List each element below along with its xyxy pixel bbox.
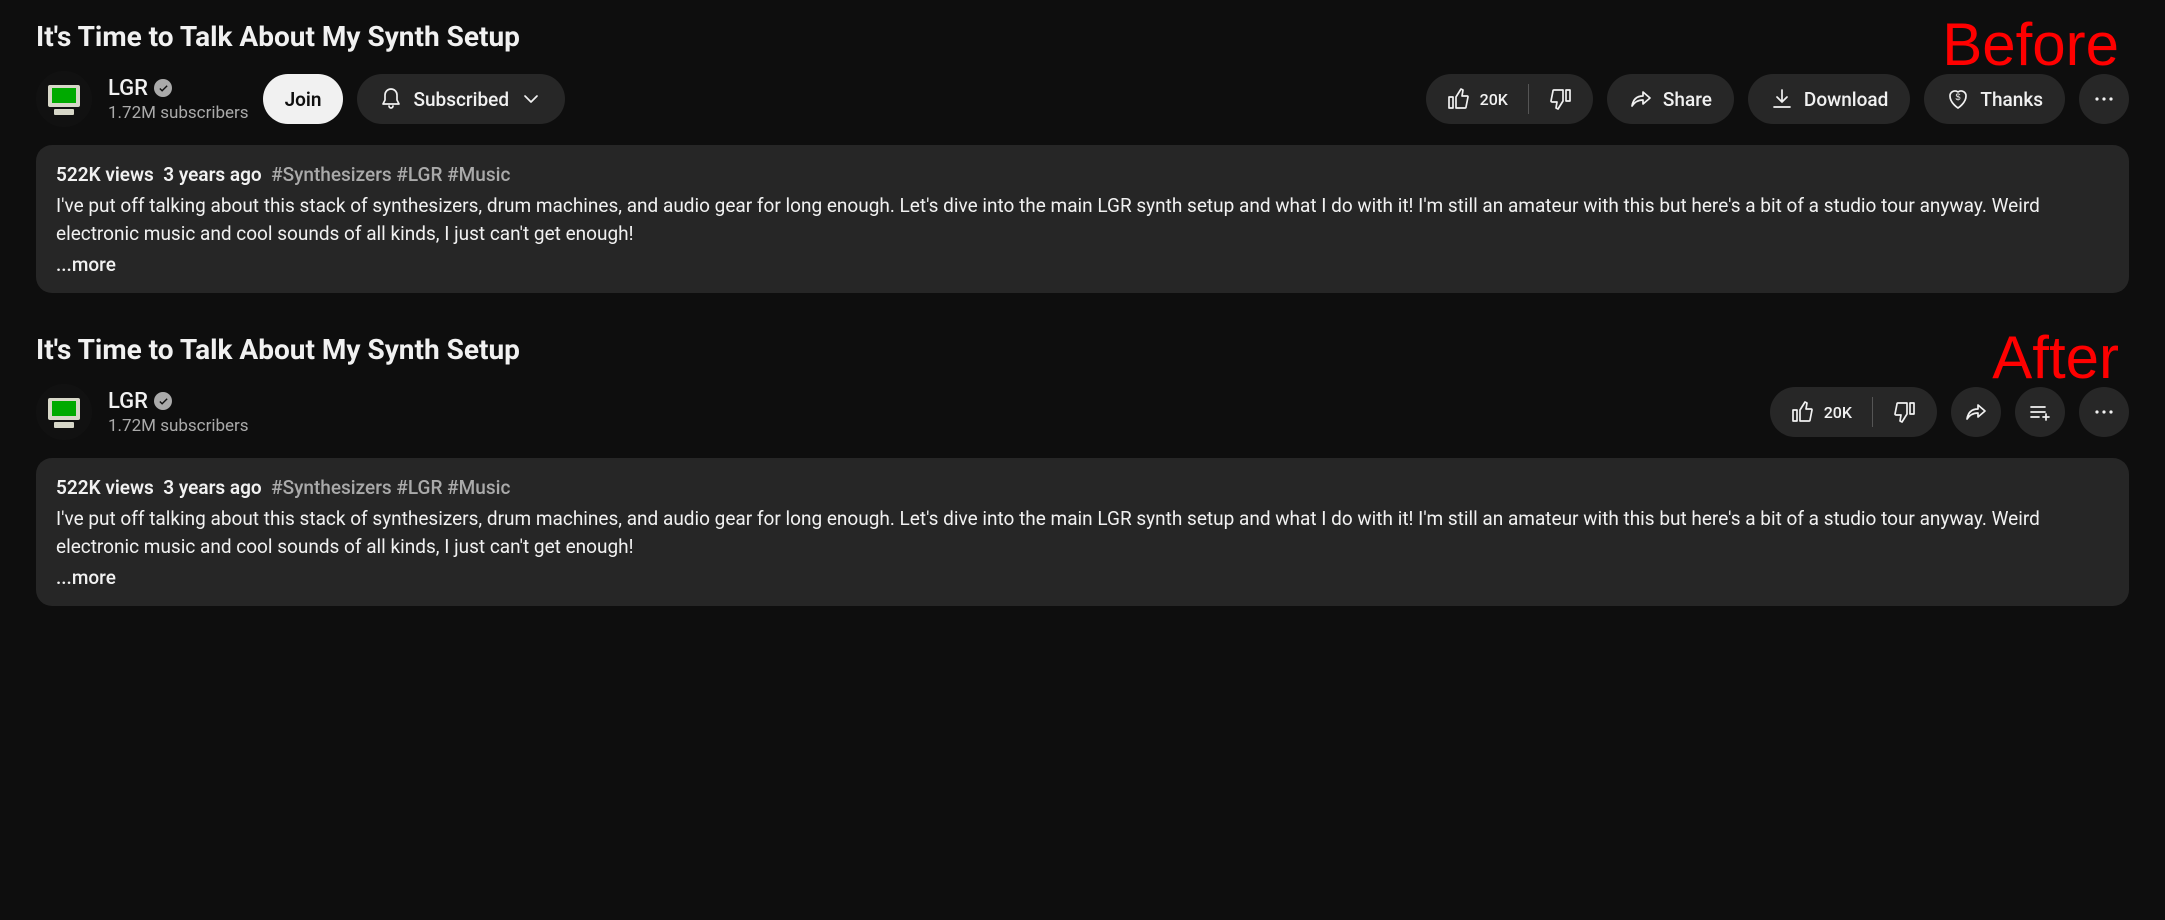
subscriber-count: 1.72M subscribers	[108, 103, 249, 123]
chevron-down-icon	[519, 87, 543, 111]
before-label: Before	[1942, 10, 2119, 79]
upload-age: 3 years ago	[163, 476, 261, 499]
view-count: 522K views	[56, 163, 154, 186]
description-body: I've put off talking about this stack of…	[56, 192, 2109, 249]
channel-avatar[interactable]	[36, 71, 92, 127]
like-dislike-group: 20K	[1770, 387, 1937, 437]
dislike-button[interactable]	[1873, 387, 1937, 437]
thumbs-up-icon	[1790, 400, 1814, 424]
channel-text: LGR 1.72M subscribers	[108, 389, 249, 436]
after-section: After It's Time to Talk About My Synth S…	[36, 333, 2129, 606]
video-title[interactable]: It's Time to Talk About My Synth Setup	[36, 333, 2129, 366]
download-button[interactable]: Download	[1748, 74, 1910, 124]
svg-text:$: $	[1956, 92, 1961, 102]
verified-icon	[154, 79, 172, 97]
description-box[interactable]: 522K views 3 years ago #Synthesizers #LG…	[36, 458, 2129, 606]
description-meta: 522K views 3 years ago #Synthesizers #LG…	[56, 474, 2109, 503]
show-more-button[interactable]: ...more	[56, 251, 2109, 280]
join-label: Join	[285, 88, 322, 111]
share-icon	[1964, 400, 1988, 424]
hashtags[interactable]: #Synthesizers #LGR #Music	[271, 163, 510, 186]
channel-text: LGR 1.72M subscribers	[108, 76, 249, 123]
like-button[interactable]: 20K	[1770, 387, 1872, 437]
more-actions-button[interactable]	[2079, 387, 2129, 437]
subscribed-button[interactable]: Subscribed	[357, 74, 565, 124]
before-section: Before It's Time to Talk About My Synth …	[36, 20, 2129, 293]
like-count: 20K	[1480, 90, 1508, 109]
thumbs-down-icon	[1893, 400, 1917, 424]
show-more-button[interactable]: ...more	[56, 564, 2109, 593]
channel-name[interactable]: LGR	[108, 389, 148, 414]
share-button[interactable]	[1951, 387, 2001, 437]
thumbs-down-icon	[1549, 87, 1573, 111]
share-button[interactable]: Share	[1607, 74, 1734, 124]
like-count: 20K	[1824, 403, 1852, 422]
channel-avatar[interactable]	[36, 384, 92, 440]
download-label: Download	[1804, 88, 1888, 111]
view-count: 522K views	[56, 476, 154, 499]
dislike-button[interactable]	[1529, 74, 1593, 124]
save-button[interactable]	[2015, 387, 2065, 437]
playlist-add-icon	[2028, 400, 2052, 424]
more-horizontal-icon	[2092, 400, 2116, 424]
meta-row: LGR 1.72M subscribers Join Subscribed	[36, 71, 2129, 127]
description-meta: 522K views 3 years ago #Synthesizers #LG…	[56, 161, 2109, 190]
like-dislike-group: 20K	[1426, 74, 1593, 124]
hashtags[interactable]: #Synthesizers #LGR #Music	[271, 476, 510, 499]
description-box[interactable]: 522K views 3 years ago #Synthesizers #LG…	[36, 145, 2129, 293]
upload-age: 3 years ago	[163, 163, 261, 186]
share-label: Share	[1663, 88, 1712, 111]
thanks-label: Thanks	[1980, 88, 2043, 111]
thumbs-up-icon	[1446, 87, 1470, 111]
video-title[interactable]: It's Time to Talk About My Synth Setup	[36, 20, 2129, 53]
verified-icon	[154, 392, 172, 410]
after-label: After	[1992, 323, 2119, 392]
heart-dollar-icon: $	[1946, 87, 1970, 111]
subscribed-label: Subscribed	[413, 88, 509, 111]
subscriber-count: 1.72M subscribers	[108, 416, 249, 436]
thanks-button[interactable]: $ Thanks	[1924, 74, 2065, 124]
bell-icon	[379, 87, 403, 111]
join-button[interactable]: Join	[263, 74, 344, 124]
channel-block[interactable]: LGR 1.72M subscribers	[36, 384, 249, 440]
like-button[interactable]: 20K	[1426, 74, 1528, 124]
meta-row: LGR 1.72M subscribers 20K	[36, 384, 2129, 440]
more-actions-button[interactable]	[2079, 74, 2129, 124]
download-icon	[1770, 87, 1794, 111]
channel-name[interactable]: LGR	[108, 76, 148, 101]
description-body: I've put off talking about this stack of…	[56, 505, 2109, 562]
channel-block[interactable]: LGR 1.72M subscribers	[36, 71, 249, 127]
more-horizontal-icon	[2092, 87, 2116, 111]
share-icon	[1629, 87, 1653, 111]
